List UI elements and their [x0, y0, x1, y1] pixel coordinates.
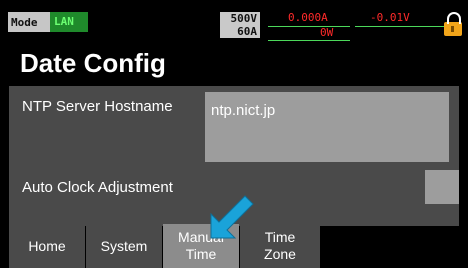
tab-system[interactable]: System	[86, 224, 162, 268]
reading-underline	[268, 40, 350, 41]
lock-shackle	[447, 12, 461, 24]
lock-keyhole	[451, 26, 454, 32]
mode-indicator[interactable]: Mode LAN	[8, 12, 88, 32]
tab-time-zone-line2: Zone	[264, 246, 296, 262]
current-reading: 0.000A	[288, 11, 328, 24]
mode-label: Mode	[11, 16, 38, 29]
tab-manual-time-line2: Time	[185, 246, 217, 262]
page-title: Date Config	[20, 48, 166, 78]
voltage-reading: -0.01V	[370, 11, 410, 24]
ntp-server-label: NTP Server Hostname	[22, 98, 173, 115]
mode-value: LAN	[50, 12, 88, 32]
tab-home-label: Home	[28, 237, 66, 254]
rating-voltage: 500V	[230, 12, 258, 25]
lock-icon[interactable]	[444, 12, 462, 36]
auto-clock-toggle[interactable]	[425, 170, 459, 204]
tab-time-zone-line1: Time	[264, 229, 296, 245]
rating-display: 500V 60A	[220, 12, 260, 38]
auto-clock-label: Auto Clock Adjustment	[22, 179, 173, 196]
ntp-server-field[interactable]: ntp.nict.jp	[205, 92, 449, 162]
status-bar: Mode LAN 500V 60A 0.000A -0.01V 0W	[0, 0, 468, 44]
reading-underline	[268, 26, 350, 27]
rating-current: 60A	[237, 25, 257, 38]
tab-home[interactable]: Home	[9, 224, 85, 268]
reading-underline	[355, 26, 447, 27]
power-reading: 0W	[320, 26, 334, 39]
pointer-arrow-icon	[210, 195, 254, 239]
tab-system-label: System	[100, 237, 148, 254]
